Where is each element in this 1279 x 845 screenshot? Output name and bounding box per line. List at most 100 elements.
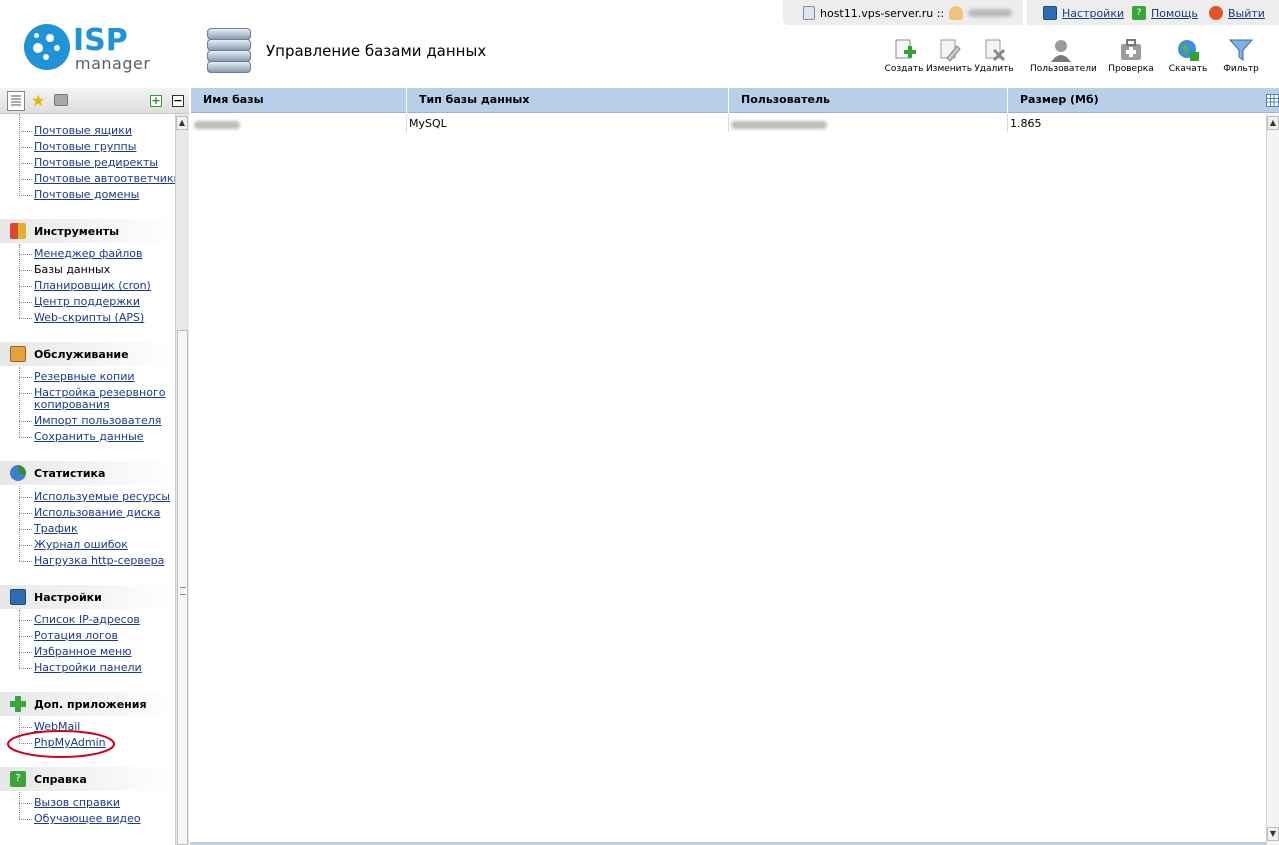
create-button[interactable]: Создать bbox=[879, 38, 929, 74]
logout-link-label[interactable]: Выйти bbox=[1228, 7, 1265, 20]
help-icon: ? bbox=[1132, 6, 1146, 20]
logout-link[interactable]: Выйти bbox=[1209, 6, 1265, 20]
scroll-up-arrow-icon[interactable]: ▲ bbox=[176, 116, 188, 130]
menu-list-icon[interactable] bbox=[7, 91, 25, 111]
sidebar-item-save-data[interactable]: Сохранить данные bbox=[34, 431, 144, 443]
delete-icon bbox=[982, 38, 1006, 62]
sidebar-item-log-rotation[interactable]: Ротация логов bbox=[34, 630, 118, 642]
sidebar-item-ip-list[interactable]: Список IP-адресов bbox=[34, 614, 140, 626]
username-blurred bbox=[968, 9, 1013, 17]
check-label: Проверка bbox=[1108, 64, 1154, 74]
edit-label: Изменить bbox=[925, 64, 973, 74]
isp-manager-logo[interactable]: ISP manager bbox=[24, 23, 156, 74]
sidebar-item-tutorial-video[interactable]: Обучающее видео bbox=[34, 813, 141, 825]
filter-button[interactable]: Фильтр bbox=[1216, 38, 1266, 74]
settings-monitor-icon bbox=[10, 589, 26, 605]
first-aid-kit-icon bbox=[1119, 38, 1143, 62]
favorites-star-icon[interactable]: ★ bbox=[31, 92, 45, 110]
sidebar-item-favorite-menu[interactable]: Избранное меню bbox=[34, 646, 131, 658]
maintenance-icon bbox=[10, 346, 26, 362]
sidebar-item-backup-settings[interactable]: Настройка резервного копирования bbox=[34, 387, 165, 411]
help-icon: ? bbox=[10, 771, 26, 787]
globe-download-icon bbox=[1176, 38, 1200, 62]
sidebar-item-backups[interactable]: Резервные копии bbox=[34, 371, 135, 383]
sidebar-item-mailboxes[interactable]: Почтовые ящики bbox=[34, 125, 132, 137]
sidebar-item-disk-usage[interactable]: Использование диска bbox=[34, 507, 160, 519]
sidebar-scrollbar[interactable]: ▲ bbox=[175, 114, 189, 845]
sidebar: Почтовые ящики Почтовые группы Почтовые … bbox=[0, 114, 175, 845]
main-scrollbar[interactable]: ▲ ▼ bbox=[1266, 114, 1279, 845]
sidebar-item-mail-groups[interactable]: Почтовые группы bbox=[34, 141, 136, 153]
settings-monitor-icon bbox=[1043, 6, 1057, 20]
header: ISP manager Управление базами данных hos… bbox=[0, 0, 1279, 88]
page-title: Управление базами данных bbox=[266, 42, 487, 60]
row-db-name-blurred bbox=[194, 119, 240, 132]
sidebar-item-http-load[interactable]: Нагрузка http-сервера bbox=[34, 555, 164, 567]
download-button[interactable]: Скачать bbox=[1163, 38, 1213, 74]
edit-icon bbox=[937, 38, 961, 62]
sidebar-item-cron[interactable]: Планировщик (cron) bbox=[34, 280, 151, 292]
column-user[interactable]: Пользователь bbox=[728, 88, 1007, 113]
expand-all-icon[interactable]: + bbox=[150, 95, 162, 107]
sidebar-item-user-import[interactable]: Импорт пользователя bbox=[34, 415, 161, 427]
sidebar-item-panel-settings[interactable]: Настройки панели bbox=[34, 662, 142, 674]
sidebar-item-file-manager[interactable]: Менеджер файлов bbox=[34, 248, 143, 260]
users-icon bbox=[1049, 38, 1073, 62]
sidebar-toolbar: ★ + − bbox=[0, 88, 189, 114]
sidebar-item-error-log[interactable]: Журнал ошибок bbox=[34, 539, 128, 551]
row-db-type: MySQL bbox=[409, 117, 447, 130]
sidebar-item-web-scripts[interactable]: Web-скрипты (APS) bbox=[34, 312, 144, 324]
users-button[interactable]: Пользователи bbox=[1030, 38, 1097, 74]
create-label: Создать bbox=[884, 64, 924, 74]
help-link[interactable]: ? Помощь bbox=[1132, 6, 1198, 20]
filter-funnel-icon bbox=[1228, 38, 1254, 62]
user-icon bbox=[949, 6, 964, 20]
help-link-label[interactable]: Помощь bbox=[1151, 7, 1198, 20]
column-db-type[interactable]: Тип базы данных bbox=[406, 88, 728, 113]
pie-chart-icon bbox=[10, 465, 26, 481]
settings-link-label[interactable]: Настройки bbox=[1062, 7, 1124, 20]
collapse-all-icon[interactable]: − bbox=[172, 95, 184, 107]
server-name: host11.vps-server.ru :: bbox=[820, 6, 945, 20]
sidebar-item-mail-redirects[interactable]: Почтовые редиректы bbox=[34, 157, 158, 169]
backup-settings-line2: копирования bbox=[34, 398, 110, 411]
server-icon bbox=[803, 6, 815, 20]
sidebar-item-help-call[interactable]: Вызов справки bbox=[34, 797, 120, 809]
section-settings[interactable]: Настройки bbox=[0, 585, 175, 609]
column-db-name[interactable]: Имя базы bbox=[190, 88, 406, 113]
row-user-blurred bbox=[731, 119, 827, 132]
top-links-bar: Настройки ? Помощь Выйти bbox=[1027, 0, 1279, 25]
settings-link[interactable]: Настройки bbox=[1043, 6, 1124, 20]
tools-icon bbox=[10, 223, 26, 239]
sidebar-item-mail-autoresponders[interactable]: Почтовые автоответчики bbox=[34, 173, 175, 185]
section-statistics[interactable]: Статистика bbox=[0, 461, 175, 485]
check-button[interactable]: Проверка bbox=[1106, 38, 1156, 74]
section-tools[interactable]: Инструменты bbox=[0, 219, 175, 243]
sidebar-item-databases[interactable]: Базы данных bbox=[34, 264, 110, 276]
section-maintenance[interactable]: Обслуживание bbox=[0, 342, 175, 366]
logo-mark bbox=[24, 24, 70, 70]
table-body: MySQL 1.865 bbox=[190, 114, 1266, 845]
section-help[interactable]: ? Справка bbox=[0, 767, 175, 791]
main-scroll-down-icon[interactable]: ▼ bbox=[1267, 827, 1279, 841]
edit-button[interactable]: Изменить bbox=[924, 38, 974, 74]
sidebar-item-mail-domains[interactable]: Почтовые домены bbox=[34, 189, 139, 201]
sidebar-item-support[interactable]: Центр поддержки bbox=[34, 296, 140, 308]
section-apps[interactable]: Доп. приложения bbox=[0, 692, 175, 716]
power-icon bbox=[1209, 6, 1223, 20]
users-label: Пользователи bbox=[1030, 64, 1097, 74]
table-header: Имя базы Тип базы данных Пользователь Ра… bbox=[190, 88, 1279, 113]
logo-isp-text: ISP bbox=[73, 23, 128, 58]
server-info: host11.vps-server.ru :: bbox=[803, 6, 1013, 20]
column-size[interactable]: Размер (Мб) bbox=[1007, 88, 1265, 113]
briefcase-icon[interactable] bbox=[54, 94, 68, 106]
download-label: Скачать bbox=[1168, 64, 1208, 74]
highlight-ellipse bbox=[7, 730, 115, 758]
table-row[interactable]: MySQL 1.865 bbox=[190, 114, 1266, 133]
sidebar-scroll-thumb[interactable] bbox=[177, 330, 188, 845]
column-settings-icon[interactable] bbox=[1266, 94, 1279, 107]
delete-button[interactable]: Удалить bbox=[969, 38, 1019, 74]
sidebar-item-traffic[interactable]: Трафик bbox=[34, 523, 78, 535]
sidebar-item-resources[interactable]: Используемые ресурсы bbox=[34, 491, 170, 503]
main-scroll-up-icon[interactable]: ▲ bbox=[1267, 116, 1279, 130]
